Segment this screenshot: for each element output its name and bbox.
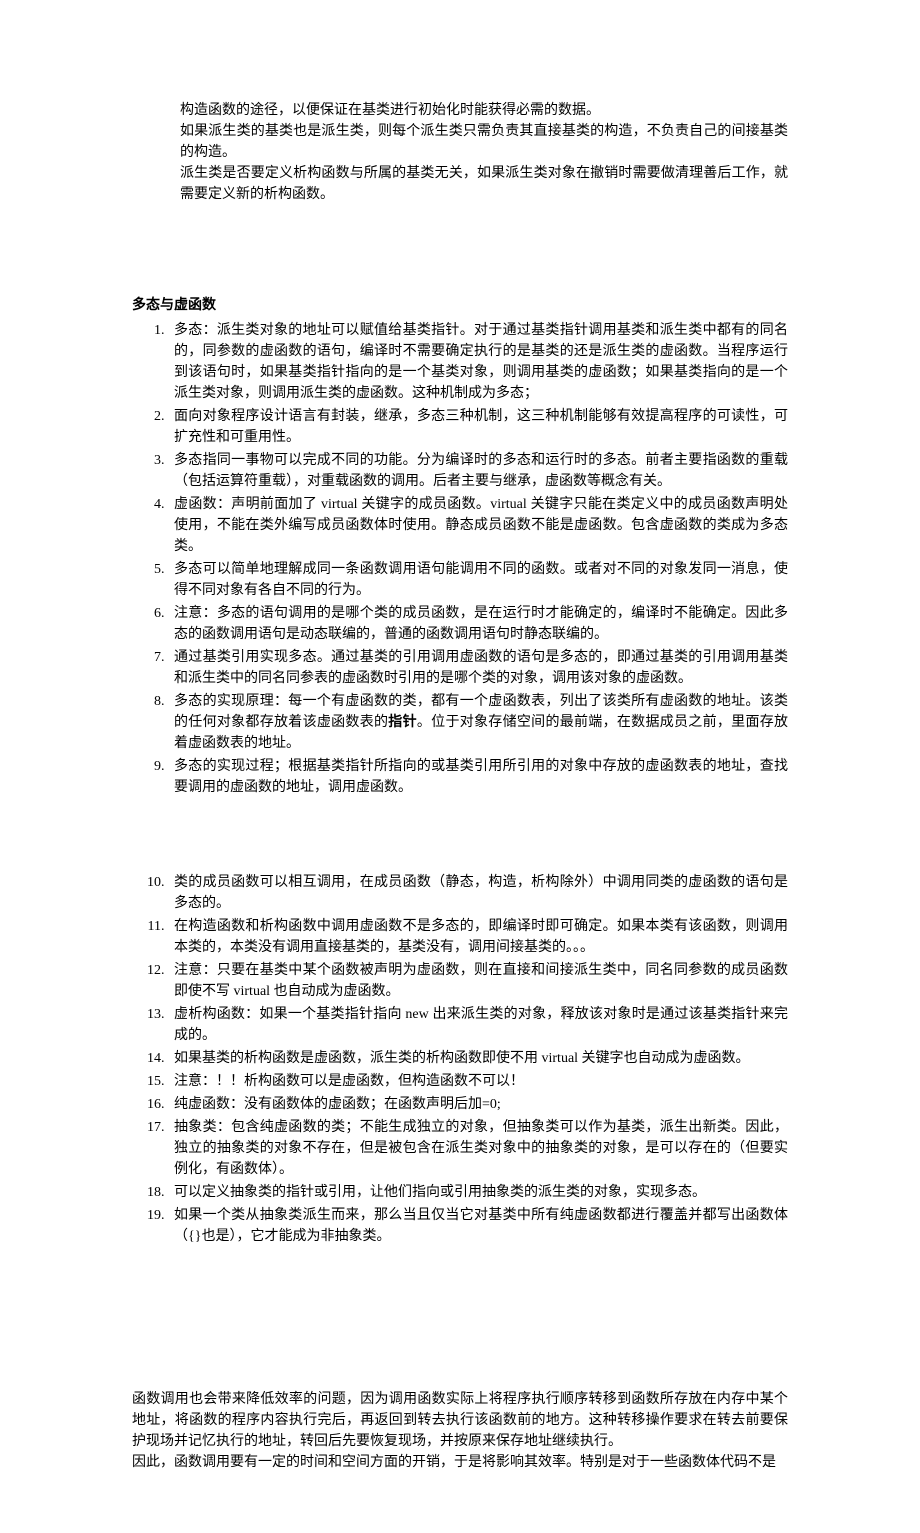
- tail-line-1: 函数调用也会带来降低效率的问题，因为调用函数实际上将程序执行顺序转移到函数所存放…: [132, 1389, 788, 1452]
- tail-line-2: 因此，函数调用要有一定的时间和空间方面的开销，于是将影响其效率。特别是对于一些函…: [132, 1452, 788, 1473]
- ordered-list-continued: 类的成员函数可以相互调用，在成员函数（静态，构造，析构除外）中调用同类的虚函数的…: [132, 872, 788, 1247]
- list-item: 通过基类引用实现多态。通过基类的引用调用虚函数的语句是多态的，即通过基类的引用调…: [168, 647, 788, 689]
- list-item: 多态：派生类对象的地址可以赋值给基类指针。对于通过基类指针调用基类和派生类中都有…: [168, 320, 788, 404]
- spacer: [132, 800, 788, 872]
- list-item: 注意：只要在基类中某个函数被声明为虚函数，则在直接和间接派生类中，同名同参数的成…: [168, 960, 788, 1002]
- list-item: 如果基类的析构函数是虚函数，派生类的析构函数即使不用 virtual 关键字也自…: [168, 1048, 788, 1069]
- intro-line-1: 构造函数的途径，以便保证在基类进行初始化时能获得必需的数据。: [180, 100, 788, 121]
- list-item: 面向对象程序设计语言有封装，继承，多态三种机制，这三种机制能够有效提高程序的可读…: [168, 406, 788, 448]
- tail-paragraphs: 函数调用也会带来降低效率的问题，因为调用函数实际上将程序执行顺序转移到函数所存放…: [132, 1389, 788, 1473]
- list-item: 多态的实现过程；根据基类指针所指向的或基类引用所引用的对象中存放的虚函数表的地址…: [168, 756, 788, 798]
- spacer: [132, 1249, 788, 1389]
- intro-line-3: 派生类是否要定义析构函数与所属的基类无关，如果派生类对象在撤销时需要做清理善后工…: [180, 163, 788, 205]
- list-item: 纯虚函数：没有函数体的虚函数；在函数声明后加=0;: [168, 1094, 788, 1115]
- document-page: 构造函数的途径，以便保证在基类进行初始化时能获得必需的数据。 如果派生类的基类也…: [0, 0, 920, 1533]
- list-item: 注意：多态的语句调用的是哪个类的成员函数，是在运行时才能确定的，编译时不能确定。…: [168, 603, 788, 645]
- list-item: 类的成员函数可以相互调用，在成员函数（静态，构造，析构除外）中调用同类的虚函数的…: [168, 872, 788, 914]
- list-item-8: 多态的实现原理：每一个有虚函数的类，都有一个虚函数表，列出了该类所有虚函数的地址…: [168, 691, 788, 754]
- list-item: 虚函数：声明前面加了 virtual 关键字的成员函数。virtual 关键字只…: [168, 494, 788, 557]
- list-item: 在构造函数和析构函数中调用虚函数不是多态的，即编译时即可确定。如果本类有该函数，…: [168, 916, 788, 958]
- list-item: 可以定义抽象类的指针或引用，让他们指向或引用抽象类的派生类的对象，实现多态。: [168, 1182, 788, 1203]
- intro-line-2: 如果派生类的基类也是派生类，则每个派生类只需负责其直接基类的构造，不负责自己的间…: [180, 121, 788, 163]
- section-title: 多态与虚函数: [132, 295, 788, 316]
- list-item: 抽象类：包含纯虚函数的类；不能生成独立的对象，但抽象类可以作为基类，派生出新类。…: [168, 1117, 788, 1180]
- list-item: 虚析构函数：如果一个基类指针指向 new 出来派生类的对象，释放该对象时是通过该…: [168, 1004, 788, 1046]
- item8-bold: 指针: [388, 715, 417, 730]
- ordered-list: 多态：派生类对象的地址可以赋值给基类指针。对于通过基类指针调用基类和派生类中都有…: [132, 320, 788, 798]
- list-item: 注意：！！析构函数可以是虚函数，但构造函数不可以！: [168, 1071, 788, 1092]
- list-item: 多态指同一事物可以完成不同的功能。分为编译时的多态和运行时的多态。前者主要指函数…: [168, 450, 788, 492]
- list-item: 多态可以简单地理解成同一条函数调用语句能调用不同的函数。或者对不同的对象发同一消…: [168, 559, 788, 601]
- list-item: 如果一个类从抽象类派生而来，那么当且仅当它对基类中所有纯虚函数都进行覆盖并都写出…: [168, 1205, 788, 1247]
- intro-paragraphs: 构造函数的途径，以便保证在基类进行初始化时能获得必需的数据。 如果派生类的基类也…: [180, 100, 788, 205]
